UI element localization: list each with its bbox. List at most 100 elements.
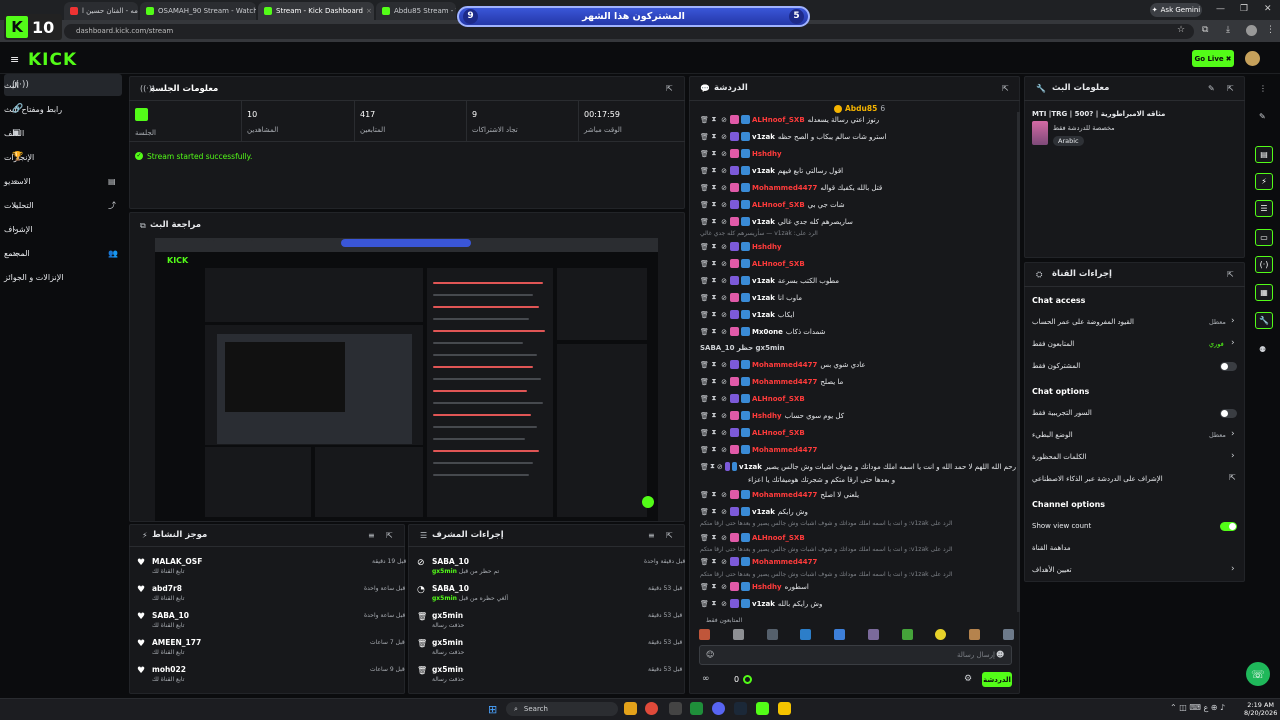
chat-username[interactable]: Mohammed4477	[752, 558, 817, 566]
rail-community-icon[interactable]: ⚉	[1259, 345, 1266, 354]
timeout-icon[interactable]: ⧗	[710, 327, 718, 336]
timeout-icon[interactable]: ⧗	[710, 411, 718, 420]
sidebar-item-drops[interactable]: الإنزالات و الجوائز	[4, 266, 122, 288]
rail-session-button[interactable]: ▤	[1255, 146, 1273, 163]
browser-tab[interactable]: Abdu85 Stream - Watch ...	[376, 2, 456, 20]
ban-icon[interactable]: ⊘	[720, 184, 728, 192]
timeout-icon[interactable]: ⧗	[710, 217, 718, 226]
timeout-icon[interactable]: ⧗	[710, 200, 718, 209]
steam-icon[interactable]	[734, 702, 747, 715]
filter-icon[interactable]: ≡	[368, 531, 375, 540]
delete-message-icon[interactable]: 🗑	[700, 429, 709, 437]
popout-icon[interactable]: ⇱	[1002, 84, 1009, 93]
delete-message-icon[interactable]: 🗑	[700, 446, 709, 454]
taskbar-clock[interactable]: 2:19 AM 8/20/2026	[1244, 701, 1277, 717]
ask-gemini-button[interactable]: ✦ Ask Gemini	[1150, 3, 1202, 17]
chat-username[interactable]: ALHnoof_SXB	[752, 395, 805, 403]
chat-username[interactable]: Hshdhy	[752, 243, 782, 251]
delete-message-icon[interactable]: 🗑	[700, 412, 709, 420]
chat-username[interactable]: v1zak	[752, 508, 775, 516]
close-window-icon[interactable]: ✕	[1264, 4, 1272, 14]
activity-username[interactable]: abd7r8	[152, 584, 182, 593]
emoji-picker-icon[interactable]: ☺	[706, 650, 714, 659]
emote-icon[interactable]	[935, 629, 947, 640]
mod-target-username[interactable]: gx5min	[432, 665, 463, 674]
delete-message-icon[interactable]: 🗑	[700, 150, 709, 158]
delete-message-icon[interactable]: 🗑	[700, 184, 709, 192]
rail-info-button[interactable]: ▦	[1255, 284, 1273, 301]
ban-icon[interactable]: ⊘	[720, 311, 728, 319]
popout-icon[interactable]: ⇱	[386, 531, 393, 540]
timeout-icon[interactable]: ⧗	[710, 582, 718, 591]
delete-message-icon[interactable]: 🗑	[700, 201, 709, 209]
chat-username[interactable]: Mohammed4477	[752, 378, 817, 386]
timeout-icon[interactable]: ⧗	[710, 445, 718, 454]
delete-message-icon[interactable]: 🗑	[700, 491, 709, 499]
chat-username[interactable]: ALHnoof_SXB	[752, 201, 805, 209]
chrome-icon[interactable]	[645, 702, 658, 715]
timeout-icon[interactable]: ⧗	[710, 132, 718, 141]
emote-icon[interactable]	[867, 629, 879, 640]
chat-username[interactable]: Mohammed4477	[752, 491, 817, 499]
emote-menu-icon[interactable]: ☻	[996, 650, 1004, 659]
rail-mod-button[interactable]: ☰	[1255, 200, 1273, 217]
browser-tab[interactable]: OSAMAH_90 Stream - Watch L...×	[140, 2, 256, 20]
toggle-switch-off[interactable]	[1220, 409, 1237, 418]
delete-message-icon[interactable]: 🗑	[700, 311, 709, 319]
timeout-icon[interactable]: ⧗	[710, 293, 718, 302]
chat-username[interactable]: ALHnoof_SXB	[752, 116, 805, 124]
minimize-icon[interactable]: —	[1216, 4, 1225, 14]
rail-menu-icon[interactable]: ⋮	[1259, 84, 1267, 93]
file-explorer-icon[interactable]	[624, 702, 637, 715]
delete-message-icon[interactable]: 🗑	[700, 116, 709, 124]
rail-tools-button[interactable]: 🔧	[1255, 312, 1273, 329]
rail-edit-icon[interactable]: ✎	[1259, 112, 1266, 121]
chat-username[interactable]: ALHnoof_SXB	[752, 260, 805, 268]
chat-username[interactable]: Mohammed4477	[752, 446, 817, 454]
chat-settings-gear-icon[interactable]: ⚙	[964, 674, 972, 684]
chat-scrollbar[interactable]	[1017, 112, 1020, 612]
chat-username[interactable]: Mohammed4477	[752, 184, 817, 192]
mod-target-username[interactable]: gx5min	[432, 638, 463, 647]
delete-message-icon[interactable]: 🗑	[700, 378, 709, 386]
filter-icon[interactable]: ≡	[648, 531, 655, 540]
mod-target-username[interactable]: gx5min	[432, 611, 463, 620]
delete-message-icon[interactable]: 🗑	[700, 508, 709, 516]
ban-icon[interactable]: ⊘	[720, 260, 728, 268]
sidebar-item-stream[interactable]: ((·)) البث	[4, 74, 122, 96]
activity-username[interactable]: AMEEN_177	[152, 638, 201, 647]
chat-username[interactable]: v1zak	[739, 463, 762, 471]
sidebar-item-achievements[interactable]: 🏆 الإنجازات	[4, 146, 122, 168]
ban-icon[interactable]: ⊘	[720, 294, 728, 302]
app-icon[interactable]	[669, 702, 682, 715]
timeout-icon[interactable]: ⧗	[710, 490, 718, 499]
sidebar-item-analytics[interactable]: ⌄ التحليلات ⤴	[4, 194, 122, 216]
emote-icon[interactable]	[699, 629, 710, 640]
stream-category[interactable]: مخصصة للدردشة فقط	[1053, 124, 1115, 132]
chat-username[interactable]: Mohammed4477	[752, 361, 817, 369]
timeout-icon[interactable]: ⧗	[710, 394, 718, 403]
sidebar-item-profile[interactable]: ▣ الملف	[4, 122, 122, 144]
timeout-icon[interactable]: ⧗	[710, 428, 718, 437]
ban-icon[interactable]: ⊘	[720, 243, 728, 251]
stream-preview-video[interactable]: KICK	[155, 238, 658, 521]
moderator-username[interactable]: gx5min	[432, 595, 457, 602]
windows-start-icon[interactable]: ⊞	[488, 703, 497, 716]
emote-icon[interactable]	[834, 629, 846, 640]
ban-icon[interactable]: ⊘	[720, 277, 728, 285]
kick-app-icon[interactable]	[756, 702, 769, 715]
timeout-icon[interactable]: ⧗	[710, 462, 715, 471]
timeout-icon[interactable]: ⧗	[710, 599, 718, 608]
app-icon[interactable]	[778, 702, 791, 715]
mod-target-username[interactable]: SABA_10	[432, 557, 469, 566]
bookmark-star-icon[interactable]: ☆	[1177, 25, 1185, 35]
close-tab-icon[interactable]: ×	[363, 7, 372, 15]
timeout-icon[interactable]: ⧗	[710, 557, 718, 566]
popout-icon[interactable]: ⇱	[666, 84, 673, 93]
rail-activity-button[interactable]: ⚡	[1255, 173, 1273, 190]
delete-message-icon[interactable]: 🗑	[700, 243, 709, 251]
delete-message-icon[interactable]: 🗑	[700, 133, 709, 141]
app-icon[interactable]	[690, 702, 703, 715]
ban-icon[interactable]: ⊘	[720, 446, 728, 454]
delete-message-icon[interactable]: 🗑	[700, 558, 709, 566]
